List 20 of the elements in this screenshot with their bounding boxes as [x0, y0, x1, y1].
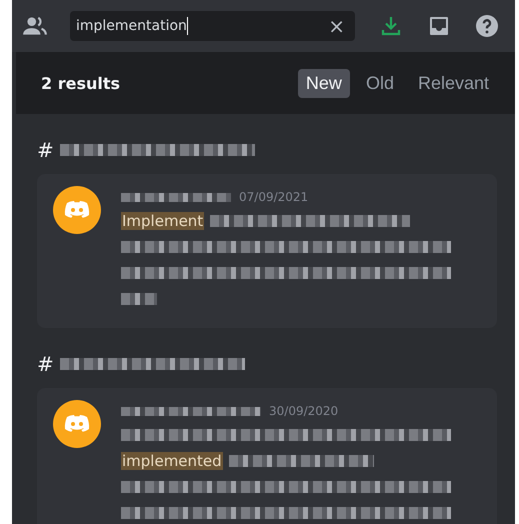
sort-tab[interactable]: Old — [358, 68, 402, 98]
clear-button[interactable]: × — [324, 14, 349, 38]
highlighted-match: implemented — [121, 452, 223, 470]
results-count: 2 results — [41, 74, 120, 92]
channel-icon: # — [37, 138, 54, 162]
sort-tab[interactable]: Relevant — [410, 68, 497, 98]
inbox-icon[interactable] — [427, 14, 451, 38]
help-icon[interactable] — [475, 14, 499, 38]
sort-tab[interactable]: New — [298, 68, 350, 98]
download-icon[interactable] — [379, 14, 403, 38]
message-timestamp: 30/09/2020 — [269, 404, 338, 418]
pixelated-text-drawing — [121, 293, 157, 305]
bot-avatar-icon — [53, 186, 101, 234]
message-card[interactable]: 30/09/2020 implemented — [37, 388, 497, 524]
bot-avatar-icon — [53, 400, 101, 448]
highlighted-match: Implement — [121, 212, 204, 230]
channel-icon: # — [37, 352, 54, 376]
search-field[interactable]: implementation × — [70, 11, 355, 41]
message-timestamp: 07/09/2021 — [239, 190, 308, 204]
message-card[interactable]: 07/09/2021 Implement — [37, 174, 497, 328]
